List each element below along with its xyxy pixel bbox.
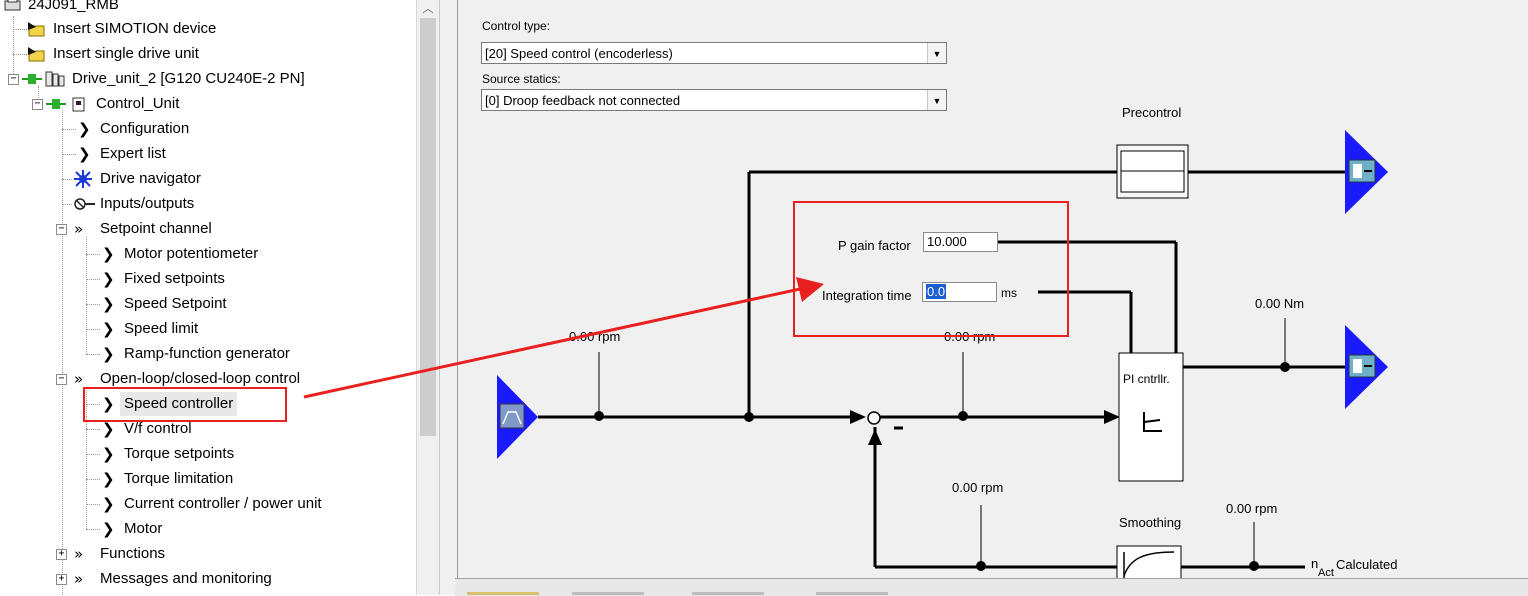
annotation-arrow-icon — [303, 277, 824, 399]
